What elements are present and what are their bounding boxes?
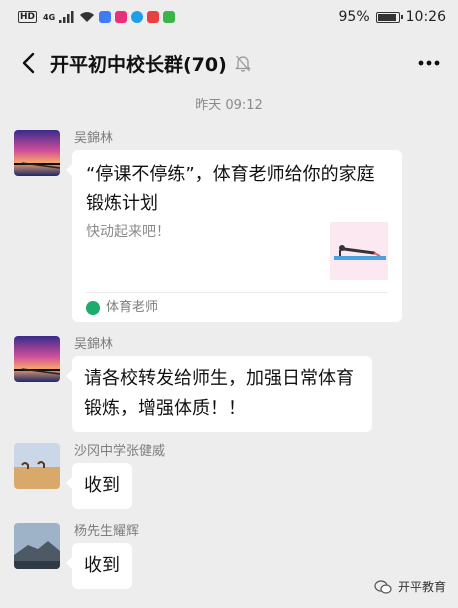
link-card[interactable]: “停课不停练”，体育老师给你的家庭锻炼计划 快动起来吧！ 体育老师 [66,150,402,322]
app-notification-icon [147,11,160,23]
sender-name: 杨先生耀辉 [74,524,140,539]
avatar[interactable] [14,130,60,176]
battery-percent: 95% [338,9,370,25]
chat-header: 开平初中校长群(70) [0,34,458,92]
bell-off-icon [234,54,251,72]
clock: 10:26 [405,9,446,25]
watermark: 开平教育 [374,578,446,595]
card-source: 体育老师 [86,292,388,322]
avatar[interactable] [14,443,60,489]
chevron-left-icon [22,52,35,74]
wechat-icon [374,579,392,594]
card-description: 快动起来吧！ [86,224,170,240]
battery-icon [375,11,403,23]
hd-indicator: HD [18,11,38,23]
message-text-line: 请各校转发给师生，加强日常体育 [84,368,354,389]
app-notification-icon [131,11,144,23]
avatar[interactable] [14,523,60,569]
wifi-icon [80,12,95,22]
message-timestamp: 昨天 09:12 [195,98,263,113]
official-account-icon [86,300,100,315]
message-text-line: 锻炼，增强体质！！ [84,398,246,419]
avatar[interactable] [14,336,60,382]
message-bubble[interactable]: 收到 [66,463,132,509]
chat-title: 开平初中校长群(70) [50,53,227,76]
signal-icon [59,11,74,23]
sender-name: 吴錦林 [74,337,114,352]
sender-name: 沙冈中学张健威 [74,444,166,459]
network-type: 4G [43,12,56,22]
more-dots-icon [418,60,440,66]
card-source-name: 体育老师 [106,299,159,315]
message-bubble[interactable]: 请各校转发给师生，加强日常体育 锻炼，增强体质！！ [66,356,372,432]
card-title: “停课不停练”，体育老师给你的家庭锻炼计划 [86,164,375,214]
video-app-icon [115,11,128,23]
app-notification-icon [99,11,112,23]
back-button[interactable] [14,49,42,77]
card-thumbnail [330,222,388,280]
sender-name: 吴錦林 [74,131,114,146]
more-button[interactable] [414,49,444,77]
watermark-text: 开平教育 [397,580,446,594]
status-bar: HD 4G 95% 10:26 [0,0,458,34]
app-notification-icon [163,11,176,23]
message-bubble[interactable]: 收到 [66,543,132,589]
